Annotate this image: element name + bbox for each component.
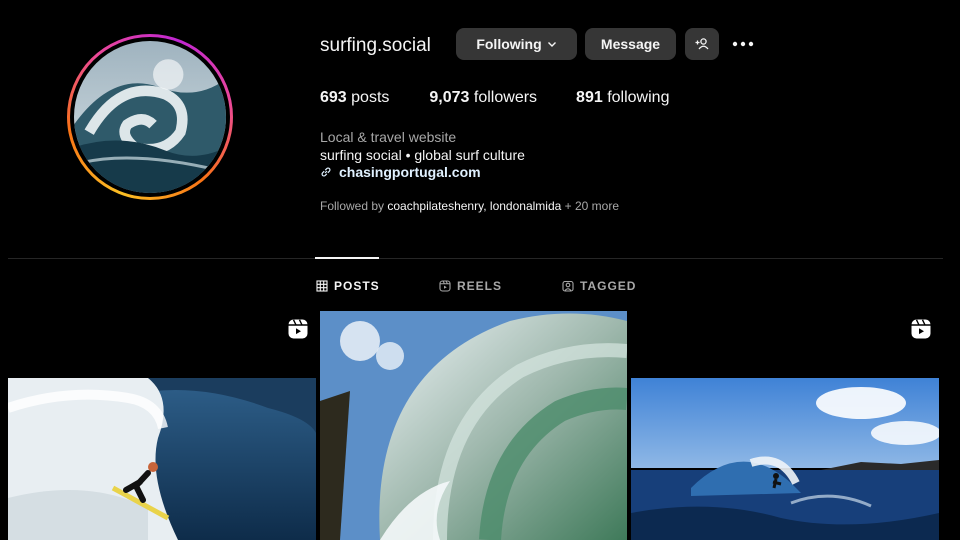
posts-label: posts: [351, 89, 390, 106]
reel-icon: [288, 319, 308, 339]
followers-count: 9,073: [429, 89, 470, 106]
reels-icon: [439, 280, 451, 292]
tab-reels[interactable]: REELS: [439, 279, 502, 293]
grid-icon: [316, 280, 328, 292]
post-thumbnail[interactable]: [631, 378, 939, 540]
active-tab-indicator: [315, 257, 379, 259]
link-icon: [321, 167, 331, 177]
message-button-label: Message: [600, 36, 661, 52]
profile-bio: surfing social • global surf culture: [320, 147, 525, 163]
reel-icon: [911, 319, 931, 339]
tagged-icon: [562, 280, 574, 292]
add-user-button[interactable]: [685, 28, 719, 60]
following-button-label: Following: [476, 36, 542, 52]
chevron-down-icon: [547, 42, 556, 47]
tab-tagged-label: TAGGED: [580, 279, 637, 293]
more-options-button[interactable]: [731, 34, 755, 54]
post-thumbnail[interactable]: [8, 378, 316, 540]
avatar-gap: [70, 37, 230, 197]
following-label: following: [607, 89, 670, 106]
profile-avatar[interactable]: [67, 34, 233, 200]
followed-by-separator: ,: [483, 199, 487, 213]
followed-by-prefix: Followed by: [320, 199, 385, 213]
following-button[interactable]: Following: [456, 28, 577, 60]
avatar-image: [74, 41, 226, 193]
message-button[interactable]: Message: [585, 28, 676, 60]
followed-by-more: + 20 more: [564, 199, 620, 213]
profile-username: surfing.social: [320, 35, 431, 56]
tab-tagged[interactable]: TAGGED: [562, 279, 636, 293]
following-count: 891: [576, 89, 603, 106]
following-stat[interactable]: 891 following: [576, 89, 669, 107]
profile-link[interactable]: chasingportugal.com: [320, 164, 481, 180]
profile-category: Local & travel website: [320, 129, 457, 145]
profile-stats: 693 posts 9,073 followers 891 following: [320, 89, 669, 107]
followers-stat[interactable]: 9,073 followers: [429, 89, 537, 107]
posts-count: 693: [320, 89, 347, 106]
tab-posts-label: POSTS: [334, 279, 380, 293]
tab-reels-label: REELS: [457, 279, 503, 293]
followers-label: followers: [473, 89, 538, 106]
post-thumbnail[interactable]: [320, 311, 627, 540]
posts-stat: 693 posts: [320, 89, 389, 107]
followed-by[interactable]: Followed by coachpilateshenry, londonalm…: [320, 199, 619, 213]
more-dots-icon: [732, 41, 754, 47]
tabs-divider: [8, 258, 943, 259]
followed-by-name-2: londonalmida: [489, 199, 562, 213]
profile-link-text: chasingportugal.com: [339, 164, 481, 180]
tab-posts[interactable]: POSTS: [316, 279, 380, 293]
followed-by-name-1: coachpilateshenry: [387, 199, 484, 213]
add-user-icon: [695, 38, 709, 50]
